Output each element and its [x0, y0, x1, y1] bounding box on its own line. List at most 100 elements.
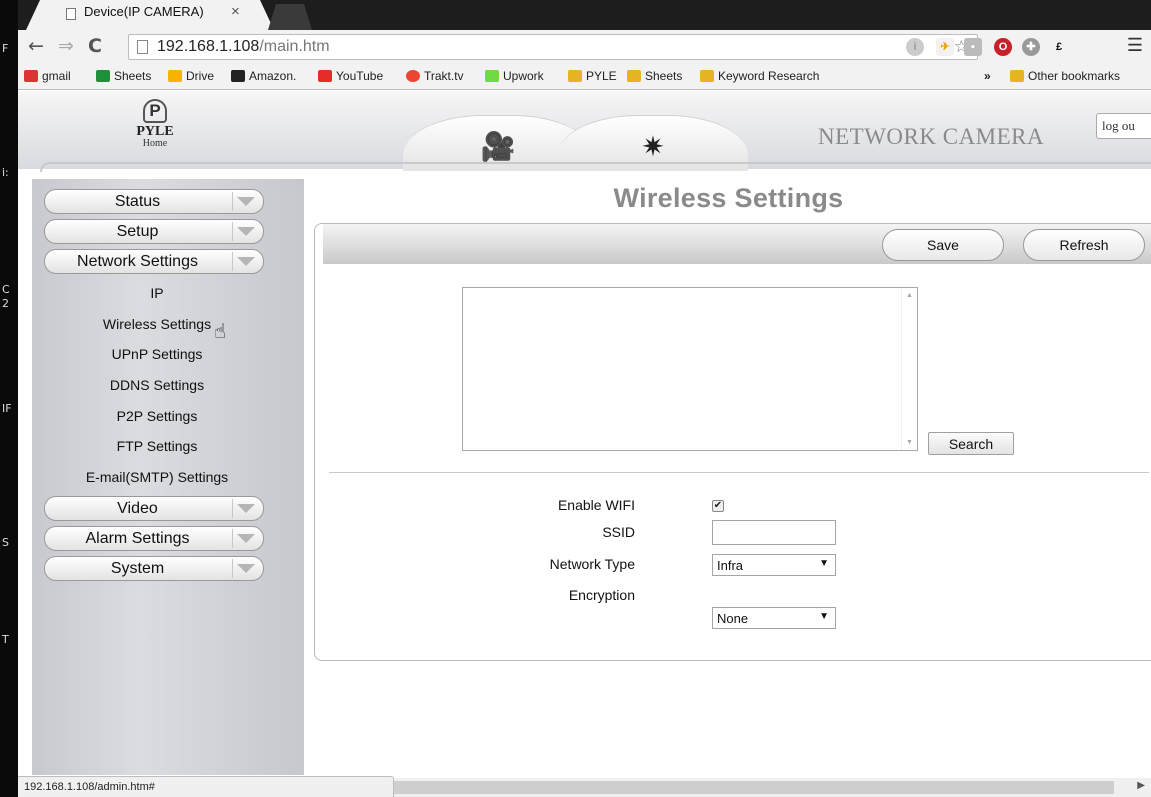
desktop-label: i:: [2, 166, 9, 179]
page-icon: [66, 8, 76, 20]
menu-system[interactable]: System: [44, 556, 264, 581]
gmail-icon: [24, 70, 38, 82]
scroll-right-icon[interactable]: ▶: [1137, 780, 1145, 791]
scroll-down-icon[interactable]: ▼: [906, 439, 913, 446]
submenu-upnp-settings[interactable]: UPnP Settings: [32, 346, 282, 362]
divider: [329, 472, 1149, 473]
url-path: /main.htm: [259, 38, 330, 55]
menu-setup[interactable]: Setup: [44, 219, 264, 244]
desktop-label: 2: [2, 297, 9, 310]
folder-icon: [568, 70, 582, 82]
menu-label: Alarm Settings: [85, 530, 190, 547]
brand-title: NETWORK CAMERA: [818, 124, 1045, 149]
divider: [232, 529, 233, 548]
forward-icon[interactable]: ⇒: [58, 35, 74, 57]
submenu-ddns-settings[interactable]: DDNS Settings: [32, 377, 282, 393]
network-type-select[interactable]: Infra ▼: [712, 554, 836, 576]
divider: [232, 222, 233, 241]
desktop-label: C: [2, 283, 10, 296]
url-text: 192.168.1.108/main.htm: [157, 38, 330, 56]
bookmark-sheets-folder[interactable]: Sheets: [627, 69, 682, 83]
scroll-up-icon[interactable]: ▲: [906, 292, 913, 299]
search-button[interactable]: Search: [928, 432, 1014, 455]
browser-toolbar: ← ⇒ C 192.168.1.108/main.htm ☆ i ✈ ▪ O ✚…: [18, 30, 1151, 64]
ssid-input[interactable]: [712, 520, 836, 545]
pyle-logo: P PYLE Home: [130, 99, 180, 149]
bookmark-drive[interactable]: Drive: [168, 69, 214, 83]
panel-toolbar: Save Refresh: [323, 224, 1151, 264]
enable-wifi-checkbox[interactable]: ✔: [712, 500, 724, 512]
back-icon[interactable]: ←: [28, 35, 44, 57]
menu-network-settings[interactable]: Network Settings: [44, 249, 264, 274]
submenu-ip[interactable]: IP: [32, 285, 282, 301]
bookmark-label: Upwork: [503, 69, 544, 83]
youtube-icon: [318, 70, 332, 82]
menu-icon[interactable]: ☰: [1127, 35, 1143, 56]
menu-label: Video: [117, 500, 158, 517]
chevron-down-icon: [237, 197, 255, 206]
submenu-wireless-settings[interactable]: Wireless Settings: [32, 316, 282, 332]
page-icon: [137, 40, 148, 54]
browser-tab[interactable]: Device(IP CAMERA) ×: [26, 0, 274, 30]
logo-sub: Home: [142, 138, 168, 149]
bookmark-upwork[interactable]: Upwork: [485, 69, 544, 83]
menu-video[interactable]: Video: [44, 496, 264, 521]
submenu-p2p-settings[interactable]: P2P Settings: [32, 408, 282, 424]
logout-button[interactable]: log ou: [1096, 113, 1151, 139]
bookmark-keyword-research[interactable]: Keyword Research: [700, 69, 819, 83]
bookmark-sheets[interactable]: Sheets: [96, 69, 151, 83]
extension-icon[interactable]: ▪: [964, 38, 982, 56]
address-bar[interactable]: 192.168.1.108/main.htm ☆: [128, 34, 978, 60]
reload-icon[interactable]: C: [88, 35, 102, 57]
enable-wifi-label: Enable WIFI: [557, 497, 635, 513]
network-type-label: Network Type: [549, 556, 635, 572]
submenu-email-settings[interactable]: E-mail(SMTP) Settings: [32, 469, 282, 485]
chevron-down-icon: [237, 564, 255, 573]
drive-icon: [168, 70, 182, 82]
bookmark-label: Other bookmarks: [1028, 69, 1121, 83]
scrollbar[interactable]: ▲ ▼: [901, 288, 917, 450]
extension-icon[interactable]: O: [994, 38, 1012, 56]
bookmark-amazon[interactable]: Amazon.: [231, 69, 296, 83]
bookmark-gmail[interactable]: gmail: [24, 69, 71, 83]
chevron-down-icon: [237, 534, 255, 543]
bookmark-label: Drive: [186, 69, 215, 83]
bookmark-label: gmail: [42, 69, 71, 83]
ssid-label: SSID: [602, 524, 635, 540]
header-divider: [40, 162, 1151, 172]
other-bookmarks[interactable]: Other bookmarks: [1010, 69, 1120, 83]
desktop-label: IF: [2, 402, 12, 415]
chevron-down-icon: [237, 504, 255, 513]
logo-name: PYLE: [136, 124, 174, 139]
encryption-select[interactable]: None ▼: [712, 607, 836, 629]
extension-icon[interactable]: £: [1050, 38, 1068, 56]
save-button[interactable]: Save: [882, 229, 1004, 261]
tab-title: Device(IP CAMERA): [84, 4, 204, 19]
info-icon[interactable]: i: [906, 38, 924, 56]
submenu-ftp-settings[interactable]: FTP Settings: [32, 438, 282, 454]
bookmark-pyle[interactable]: PYLE: [568, 69, 617, 83]
divider: [232, 252, 233, 271]
bookmarks-overflow-button[interactable]: »: [984, 69, 991, 83]
bookmark-trakt[interactable]: Trakt.tv: [406, 69, 464, 83]
close-icon[interactable]: ×: [231, 3, 240, 20]
menu-status[interactable]: Status: [44, 189, 264, 214]
wifi-network-list[interactable]: ▲ ▼: [462, 287, 918, 451]
menu-alarm-settings[interactable]: Alarm Settings: [44, 526, 264, 551]
upwork-icon: [485, 70, 499, 82]
url-host: 192.168.1.108: [157, 38, 260, 55]
bookmark-youtube[interactable]: YouTube: [318, 69, 383, 83]
extension-icon[interactable]: ✚: [1022, 38, 1040, 56]
chevron-down-icon: ▼: [819, 558, 829, 569]
tab-strip: Device(IP CAMERA) ×: [18, 0, 1151, 30]
scrollbar-thumb[interactable]: [394, 781, 1114, 794]
new-tab-button[interactable]: [268, 4, 312, 30]
extension-icon[interactable]: ✈: [936, 38, 954, 56]
refresh-button[interactable]: Refresh: [1023, 229, 1145, 261]
desktop-label: F: [2, 42, 9, 55]
sheets-icon: [96, 70, 110, 82]
chevron-down-icon: [237, 257, 255, 266]
chevron-down-icon: ▼: [819, 611, 829, 622]
horizontal-scrollbar[interactable]: ▶: [394, 778, 1151, 797]
divider: [232, 559, 233, 578]
